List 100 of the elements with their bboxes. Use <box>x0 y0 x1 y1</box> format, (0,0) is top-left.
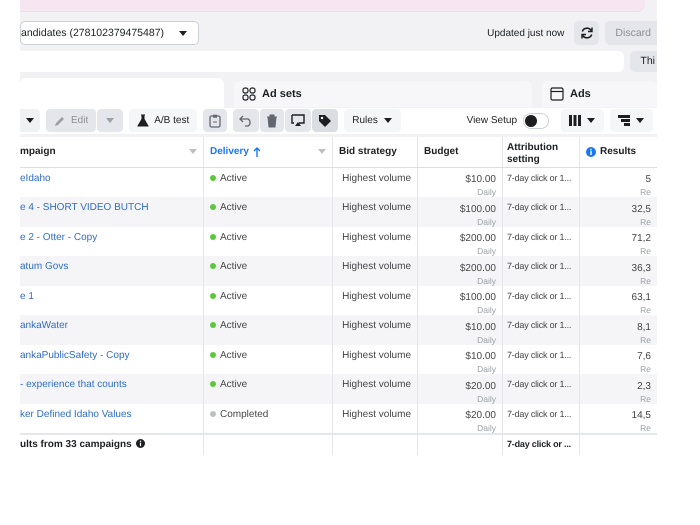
dropdown-button[interactable] <box>20 109 40 132</box>
table-cell: $10.00 <box>465 174 496 185</box>
delivery-status: Active <box>220 290 248 304</box>
caret-icon <box>635 117 645 124</box>
flask-icon <box>137 114 150 128</box>
columns-button[interactable] <box>561 109 604 132</box>
refresh-button[interactable] <box>574 21 600 46</box>
table-cell: Re <box>640 364 651 374</box>
table-cell-text: Highest volume <box>342 261 411 274</box>
table-cell: Re <box>640 394 651 404</box>
clipboard-icon <box>209 114 222 128</box>
campaign-link[interactable]: atum Govs <box>20 261 68 286</box>
table-cell: $100.00 <box>460 204 496 214</box>
ab-test-button[interactable]: A/B test <box>129 109 198 132</box>
delivery-status: Active <box>220 202 248 215</box>
info-icon <box>586 146 596 156</box>
column-header[interactable]: Results <box>600 146 636 158</box>
undo-button[interactable] <box>233 109 260 132</box>
caret-icon <box>586 117 596 124</box>
undo-icon <box>239 114 254 127</box>
table-cell-text: Highest volume <box>342 350 411 362</box>
table-cell: $20.00 <box>465 380 496 392</box>
tag-button[interactable] <box>312 109 338 132</box>
table-cell-text: Highest volume <box>342 320 411 333</box>
delete-button[interactable] <box>260 109 284 132</box>
table-cell: $100.00 <box>460 292 496 303</box>
table-cell-text: 7-day click or 1... <box>507 232 572 244</box>
table-cell: Daily <box>477 246 496 256</box>
table-cell: Daily <box>477 187 496 197</box>
table-cell: Daily <box>477 305 496 315</box>
table-cell-text: 7-day click or 1... <box>507 290 572 303</box>
breakdown-icon <box>618 115 630 126</box>
campaign-link[interactable]: e 2 - Otter - Copy <box>20 232 98 256</box>
breakdown-button[interactable] <box>610 109 653 132</box>
table-cell: 2,3 <box>637 380 651 392</box>
campaign-link[interactable]: ker Defined Idaho Values <box>20 408 132 433</box>
table-cell: $200.00 <box>460 233 496 244</box>
table-cell: Re <box>640 216 651 226</box>
table-cell: Re <box>640 276 651 286</box>
delivery-status: Active <box>220 172 248 186</box>
delivery-status: Active <box>220 261 248 274</box>
table-cell: Re <box>640 334 651 344</box>
preview-button[interactable] <box>285 109 312 132</box>
campaign-link[interactable]: - experience that counts <box>20 379 127 404</box>
discard-button[interactable]: Discard <box>605 21 657 46</box>
clipboard-button[interactable] <box>203 109 228 132</box>
campaign-link[interactable]: e 1 <box>20 290 34 315</box>
caret-icon <box>178 30 188 37</box>
delivery-status: Completed <box>220 408 268 422</box>
campaign-link[interactable]: eIdaho <box>20 172 51 197</box>
refresh-icon <box>580 26 594 40</box>
level-tab[interactable]: Ad sets <box>234 80 532 107</box>
delivery-status: Active <box>220 379 248 392</box>
table-cell: 8,1 <box>637 322 651 332</box>
table-cell: Re <box>640 187 651 197</box>
table-cell-text: 7-day click or 1... <box>507 320 572 332</box>
level-tab[interactable]: Ads <box>542 80 657 107</box>
table-cell: Daily <box>477 334 496 344</box>
rules-button[interactable]: Rules <box>344 109 401 132</box>
table-cell: $200.00 <box>460 262 496 274</box>
table-cell-text: 7-day click or 1... <box>507 379 572 391</box>
column-header[interactable]: Bid strategy <box>339 146 397 158</box>
table-cell: 36,3 <box>632 262 651 274</box>
tag-icon <box>318 114 332 128</box>
table-cell-text: Highest volume <box>342 290 411 304</box>
table-cell-text: 7-day click or 1... <box>507 350 572 362</box>
table-cell-text: 7-day click or 1... <box>507 408 572 421</box>
column-header[interactable]: Budget <box>424 146 458 158</box>
table-cell: $10.00 <box>465 351 496 362</box>
table-cell-text: 7-day click or 1... <box>507 172 572 185</box>
delivery-status: Active <box>220 320 248 333</box>
caret-icon <box>318 149 326 154</box>
preview-icon <box>291 114 306 128</box>
date-range-button[interactable]: Thi <box>630 51 657 72</box>
table-cell: 63,1 <box>632 292 651 303</box>
table-cell-text: Highest volume <box>342 232 411 244</box>
table-cell: $10.00 <box>465 322 496 332</box>
window-icon <box>550 86 564 101</box>
edit-button[interactable]: Edit <box>46 109 96 132</box>
update-status: Updated just now <box>487 28 564 39</box>
table-cell: Daily <box>477 394 496 404</box>
column-header[interactable]: Attribution setting <box>507 142 575 166</box>
table-cell: Re <box>640 423 651 433</box>
campaign-link[interactable]: ankaPublicSafety - Copy <box>20 350 130 374</box>
table-cell: 7,6 <box>637 351 651 362</box>
view-setup-label: View Setup <box>466 115 517 126</box>
table-cell: 7-day click or ... <box>507 439 571 449</box>
campaign-link[interactable]: e 4 - SHORT VIDEO BUTCH <box>20 202 149 226</box>
table-cell: Daily <box>477 276 496 286</box>
view-setup-toggle[interactable] <box>523 112 549 129</box>
table-cell: Re <box>640 246 651 256</box>
account-selector[interactable]: andidates (278102379475487) <box>20 21 200 46</box>
table-cell-text: Highest volume <box>342 379 411 392</box>
delivery-status: Active <box>220 232 248 244</box>
caret-icon <box>382 117 393 124</box>
table-cell: 5 <box>645 174 651 185</box>
campaign-link[interactable]: ankaWater <box>20 320 68 344</box>
column-header[interactable]: mpaign <box>20 146 56 158</box>
table-cell: Daily <box>477 364 496 374</box>
column-header[interactable]: Delivery <box>210 146 249 158</box>
